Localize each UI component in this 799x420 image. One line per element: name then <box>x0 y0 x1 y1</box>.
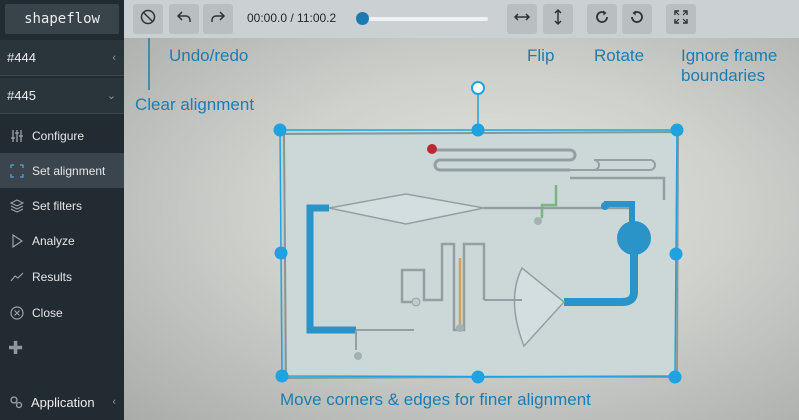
annotation-flip: Flip <box>527 46 555 65</box>
sidebar-item-set-alignment[interactable]: Set alignment <box>0 153 124 188</box>
layers-icon <box>8 197 26 215</box>
chevron-left-icon: ‹ <box>112 51 116 64</box>
clear-alignment-button[interactable] <box>133 4 163 34</box>
sidebar-item-label: Application <box>31 394 95 410</box>
redo-button[interactable] <box>203 4 233 34</box>
edge-handle-right <box>669 247 683 261</box>
sidebar-item-close[interactable]: Close <box>0 295 124 330</box>
edge-handle-bottom <box>471 370 485 384</box>
undo-button[interactable] <box>169 4 199 34</box>
corner-handle-top-left <box>273 123 287 137</box>
flip-vertical-icon <box>550 8 566 31</box>
sidebar-item-analyze[interactable]: Analyze <box>0 223 124 258</box>
annotation-rotate: Rotate <box>594 46 645 65</box>
sidebar-item-results[interactable]: Results <box>0 259 124 294</box>
time-readout: 00:00.0 / 11:00.2 <box>247 11 337 25</box>
seek-handle[interactable] <box>356 12 369 25</box>
dropdown-video-444[interactable]: #444 ‹ <box>0 40 124 76</box>
sidebar-item-label: Configure <box>32 128 85 143</box>
chevron-down-icon: ⌄ <box>106 90 116 102</box>
sidebar-item-label: Set filters <box>32 198 83 213</box>
frame-corners-icon <box>8 162 26 180</box>
chevron-left-icon: ‹ <box>112 396 116 408</box>
close-circle-icon <box>8 304 26 322</box>
sidebar-item-label: Results <box>32 269 73 284</box>
sidebar-item-label: Analyze <box>32 233 75 248</box>
rotate-cw-button[interactable] <box>587 4 617 34</box>
sidebar-item-configure[interactable]: Configure <box>0 118 124 153</box>
sliders-icon <box>8 127 26 145</box>
edge-handle-top <box>471 123 485 137</box>
play-outline-icon <box>8 232 26 250</box>
corner-handle-top-right <box>670 123 684 137</box>
sidebar-item-label: Set alignment <box>32 163 106 178</box>
rotate-ccw-icon <box>629 9 645 30</box>
undo-icon <box>176 9 192 30</box>
redo-icon <box>210 9 226 30</box>
line-chart-icon <box>8 268 26 286</box>
annotation-clear-alignment: Clear alignment <box>135 95 255 114</box>
expand-icon <box>673 9 689 30</box>
flip-horizontal-icon <box>513 9 531 30</box>
dropdown-video-445[interactable]: #445 ⌄ <box>0 78 124 114</box>
rotate-cw-icon <box>594 9 610 30</box>
rotate-ccw-button[interactable] <box>622 4 652 34</box>
corner-handle-bottom-right <box>668 370 682 384</box>
seek-bar[interactable] <box>362 17 488 21</box>
flip-vertical-button[interactable] <box>543 4 573 34</box>
dropdown-label: #445 <box>7 88 36 103</box>
ignore-frame-button[interactable] <box>666 4 696 34</box>
corner-handle-bottom-left <box>275 369 289 383</box>
annotation-undo-redo: Undo/redo <box>169 46 249 65</box>
dropdown-label: #444 <box>7 50 36 65</box>
gears-icon <box>9 395 23 409</box>
sidebar-item-label: Close <box>32 305 63 320</box>
app-brand[interactable]: shapeflow <box>5 4 119 34</box>
sidebar: shapeflow #444 ‹ #445 ⌄ Configure Set al… <box>0 0 124 420</box>
add-video-icon[interactable]: ✚ <box>8 338 23 359</box>
sidebar-item-set-filters[interactable]: Set filters <box>0 188 124 223</box>
sidebar-item-application[interactable]: Application ‹ <box>0 384 124 420</box>
annotation-ignore-frame: Ignore frame boundaries <box>681 46 778 85</box>
annotation-move-corners: Move corners & edges for finer alignment <box>280 390 591 409</box>
edge-handle-left <box>274 246 288 260</box>
flip-horizontal-button[interactable] <box>507 4 537 34</box>
clear-alignment-icon <box>140 9 156 30</box>
